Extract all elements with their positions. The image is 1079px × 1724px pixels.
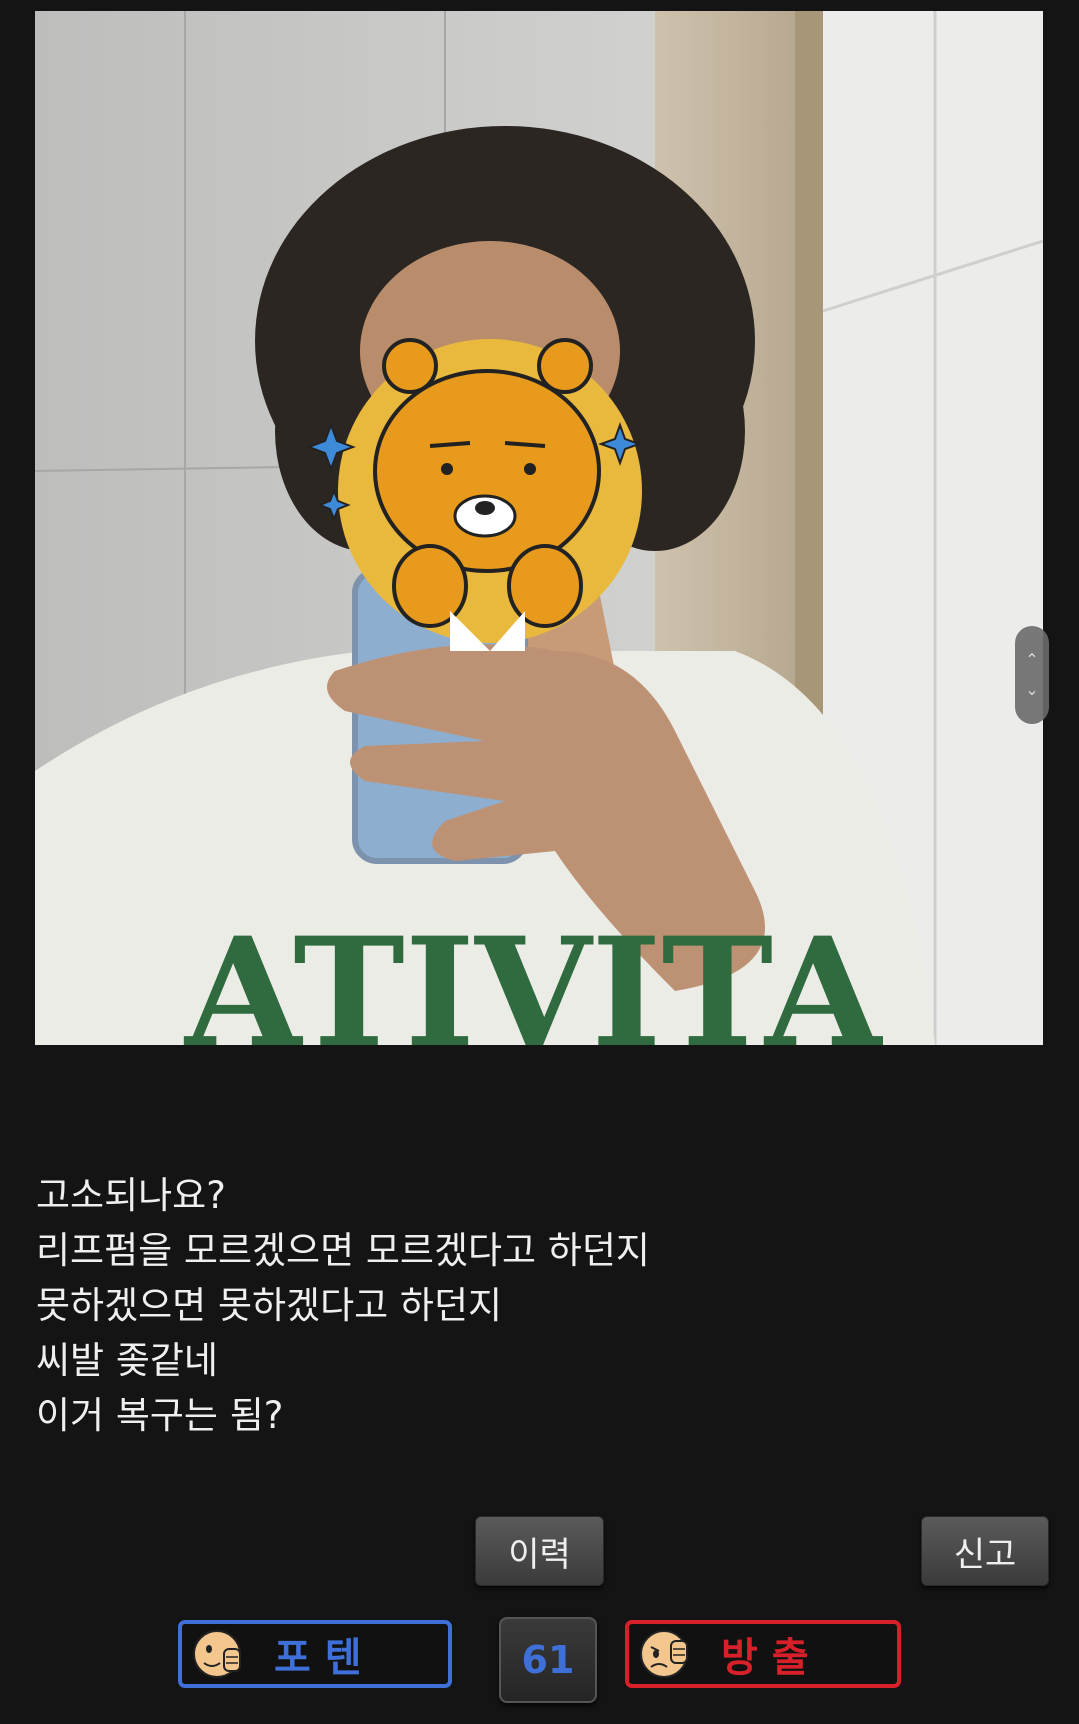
chevron-down-icon[interactable]: ⌄ [1025,682,1038,698]
post-photo: ATIVITA [35,11,1043,1045]
history-button[interactable]: 이력 [475,1516,604,1586]
post-body-line: 못하겠으면 못하겠다고 하던지 [36,1284,503,1327]
image-scroll-handle[interactable]: ⌃ ⌄ [1015,626,1049,724]
upvote-label: 포텐 [274,1635,376,1681]
selfie-image: ATIVITA [35,11,1043,1045]
post-body: 고소되나요? 리프펌을 모르겠으면 모르겠다고 하던지 못하겠으면 못하겠다고 … [36,1168,1036,1443]
chevron-up-icon[interactable]: ⌃ [1025,652,1038,668]
vote-count: 61 [499,1617,597,1703]
post-body-line: 리프펌을 모르겠으면 모르겠다고 하던지 [36,1229,650,1272]
report-button[interactable]: 신고 [921,1516,1049,1586]
thumbs-up-face-icon [193,1630,241,1678]
shirt-text: ATIVITA [183,905,884,1045]
thumbs-down-face-icon [640,1630,688,1678]
downvote-label: 방출 [721,1635,823,1681]
post-body-line: 이거 복구는 됨? [36,1394,284,1437]
upvote-button[interactable]: 포텐 [178,1620,452,1688]
post-body-line: 고소되나요? [36,1174,226,1217]
downvote-button[interactable]: 방출 [625,1620,901,1688]
post-body-line: 씨발 좆같네 [36,1339,218,1382]
